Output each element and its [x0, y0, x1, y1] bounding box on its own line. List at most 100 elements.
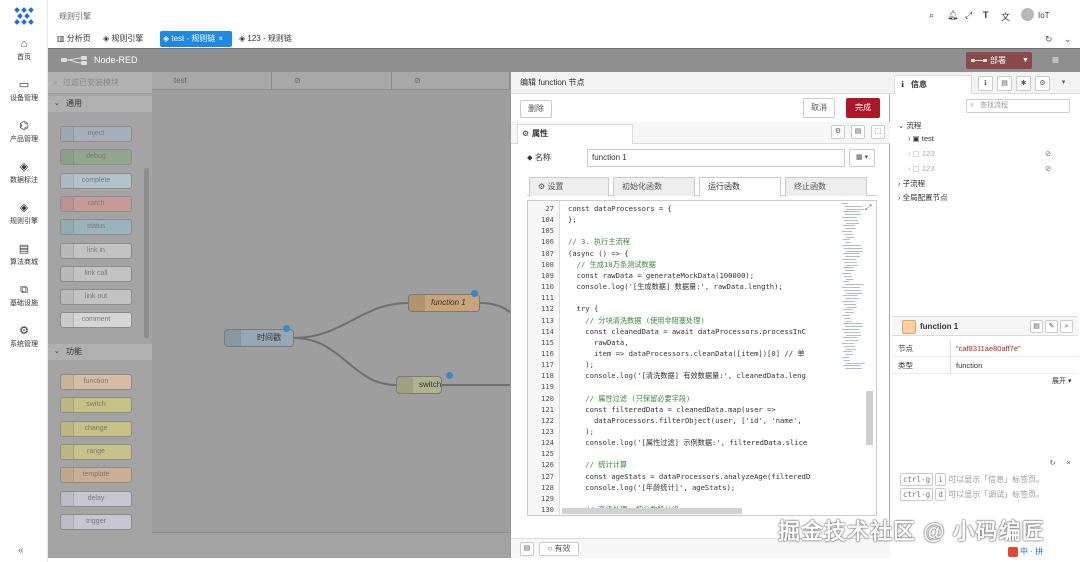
info-icon[interactable]: ℹ — [978, 76, 993, 91]
code-line[interactable]: 106// 3. 执行主流程 — [528, 236, 848, 247]
gear-icon[interactable]: ⚙ — [1035, 76, 1050, 91]
palette-category-common[interactable]: ⌄ 通用 — [48, 96, 152, 112]
palette-node-complete[interactable]: complete — [60, 172, 132, 189]
palette-node-delay[interactable]: delay — [60, 490, 132, 507]
user-name[interactable]: IoT — [1038, 11, 1050, 20]
nav-infrastructure[interactable]: ⧉ 基础设施 — [0, 284, 48, 308]
code-horizontal-scrollbar[interactable] — [562, 508, 742, 514]
code-line[interactable]: 127 const ageStats = dataProcessors.anal… — [528, 471, 848, 482]
palette-node-trigger[interactable]: trigger — [60, 513, 132, 530]
fullscreen-icon[interactable]: ⤢ — [965, 10, 972, 21]
done-button[interactable]: 完成 — [846, 98, 880, 118]
palette-node-link-in[interactable]: link in — [60, 242, 132, 259]
book-icon[interactable]: ▤ — [1030, 320, 1043, 333]
code-line[interactable]: 27 const dataProcessors = { — [528, 203, 848, 214]
code-line[interactable]: 128 console.log('[年龄统计]', ageStats); — [528, 482, 848, 493]
delete-button[interactable]: 删除 — [520, 100, 552, 118]
code-line[interactable]: 124 console.log('[属性过滤] 示例数据:', filtered… — [528, 437, 848, 448]
palette-node-comment[interactable]: comment — [60, 312, 132, 329]
flow-node-function-1[interactable]: function 1 — [408, 294, 480, 312]
font-size-icon[interactable]: T — [983, 10, 989, 20]
code-line[interactable]: 117 ); — [528, 359, 848, 370]
close-icon[interactable]: × — [218, 34, 223, 43]
sidebar-tab-info[interactable]: ℹ 信息 — [894, 75, 972, 94]
cancel-button[interactable]: 取消 — [803, 98, 835, 118]
code-line[interactable]: 121 const filteredData = cleanedData.map… — [528, 404, 848, 415]
tree-flow-test[interactable]: › ▣ test — [908, 134, 934, 143]
nav-annotation[interactable]: ◈ 数据标注 — [0, 161, 48, 185]
palette-node-function[interactable]: function — [60, 374, 132, 390]
code-line[interactable]: 118 console.log('[清洗数据] 有效数据量:', cleaned… — [528, 370, 848, 381]
code-vertical-scrollbar[interactable] — [866, 391, 873, 445]
nav-home[interactable]: ⌂ 首页 — [0, 38, 48, 62]
bell-icon[interactable]: 🔔︎ — [947, 10, 958, 21]
nav-device[interactable]: ▭ 设备管理 — [0, 79, 48, 103]
code-line[interactable]: 125 — [528, 448, 848, 459]
subtab-setup[interactable]: ⚙ 设置 — [529, 177, 609, 196]
bug-icon[interactable]: ✱ — [1016, 76, 1031, 91]
settings-icon[interactable]: ⚙ — [831, 125, 845, 139]
flow-node-switch[interactable]: switch — [396, 376, 442, 394]
code-line[interactable]: 113 // 分块清洗数据 (使用非阻塞处理) — [528, 315, 848, 326]
code-line[interactable]: 112 try { — [528, 303, 848, 314]
subtab-init[interactable]: 初始化函数 — [613, 177, 695, 196]
node-enabled-toggle[interactable]: ○ 有效 — [539, 542, 579, 556]
code-editor[interactable]: 27 const dataProcessors = {104}; 105 106// … — [527, 200, 877, 516]
code-line[interactable]: 126 // 统计计算 — [528, 459, 848, 470]
palette-scrollbar[interactable] — [144, 168, 149, 338]
palette-node-link-out[interactable]: link out — [60, 289, 132, 306]
code-line[interactable]: 123 ); — [528, 426, 848, 437]
code-line[interactable]: 114 const cleanedData = await dataProces… — [528, 326, 848, 337]
refresh-icon[interactable]: ↻ — [1046, 458, 1059, 471]
tab-analysis[interactable]: ▥ 分析页 — [54, 31, 94, 47]
name-input[interactable]: function 1 — [587, 149, 845, 167]
code-line[interactable]: 120 // 属性过滤 (只保留必要字段) — [528, 393, 848, 404]
expand-link[interactable]: 展开 ▾ — [1052, 376, 1071, 386]
appearance-icon[interactable]: ⬚ — [871, 125, 885, 139]
palette-node-status[interactable]: status — [60, 219, 132, 236]
expand-icon[interactable]: ⤢ — [865, 203, 871, 213]
palette-node-range[interactable]: range — [60, 443, 132, 460]
code-line[interactable]: 116 item => dataProcessors.cleanData([it… — [528, 348, 848, 359]
code-line[interactable]: 122 dataProcessors.filterObject(user, ['… — [528, 415, 848, 426]
code-line[interactable]: 109 const rawData = generateMockData(100… — [528, 270, 848, 281]
menu-icon[interactable]: ≡ — [1052, 53, 1059, 67]
chevron-down-icon[interactable]: ⌄ — [1064, 34, 1072, 45]
tree-subflows[interactable]: › 子流程 — [898, 178, 925, 189]
subtab-run[interactable]: 运行函数 — [699, 177, 781, 197]
tree-global-config[interactable]: › 全局配置节点 — [898, 192, 948, 203]
node-icon-select-button[interactable]: ▦ ▾ — [849, 149, 875, 167]
avatar[interactable] — [1021, 8, 1034, 21]
translate-icon[interactable]: 文 — [1001, 10, 1010, 23]
palette-node-catch[interactable]: catch — [60, 195, 132, 212]
code-line[interactable]: 110 console.log('[生成数据] 数据量:', rawData.l… — [528, 281, 848, 292]
code-line[interactable]: 105 — [528, 225, 848, 236]
tab-properties[interactable]: ⚙ 属性 — [517, 124, 633, 144]
code-line[interactable]: 108 // 生成10万条测试数据 — [528, 259, 848, 270]
flow-search-input[interactable]: ⌕ 查找流程 — [966, 99, 1070, 113]
code-line[interactable]: 107 (async () => { — [528, 248, 848, 259]
palette-filter-input[interactable]: ⌕ 过滤已安装模块 — [48, 72, 152, 94]
tree-flows[interactable]: ⌄ 流程 — [898, 120, 921, 131]
deploy-button[interactable]: 部署 ▼ — [966, 52, 1032, 69]
code-line[interactable]: 104}; — [528, 214, 848, 225]
palette-node-inject[interactable]: inject — [60, 126, 132, 142]
tab-rule-engine[interactable]: ◈ 规则引擎 — [100, 31, 146, 47]
palette-category-function[interactable]: ⌄ 功能 — [48, 344, 152, 360]
search-icon[interactable]: ⌕ — [1060, 320, 1073, 333]
search-in-flow-icon[interactable]: ✎ — [1045, 320, 1058, 333]
palette-node-template[interactable]: template — [60, 467, 132, 484]
palette-node-switch[interactable]: switch — [60, 397, 132, 414]
nav-algorithm-store[interactable]: ▤ 算法商城 — [0, 243, 48, 267]
caret-down-icon[interactable]: ▼ — [1022, 52, 1029, 69]
code-line[interactable]: 111 — [528, 292, 848, 303]
ime-indicator[interactable]: 中 · 拼 — [1006, 545, 1076, 559]
tree-flow-123-a[interactable]: › ▢ 123 — [908, 149, 934, 158]
subtab-finalize[interactable]: 终止函数 — [785, 177, 867, 196]
tab-test-chain[interactable]: ◈ test - 规则链 × — [160, 31, 232, 47]
tab-123-chain[interactable]: ◈ 123 - 规则链 — [236, 31, 295, 47]
description-icon[interactable]: ▤ — [851, 125, 865, 139]
collapse-nav-icon[interactable]: « — [18, 545, 24, 556]
code-minimap[interactable] — [842, 203, 865, 373]
flow-node-timestamp[interactable]: 时间戳 — [224, 329, 294, 347]
